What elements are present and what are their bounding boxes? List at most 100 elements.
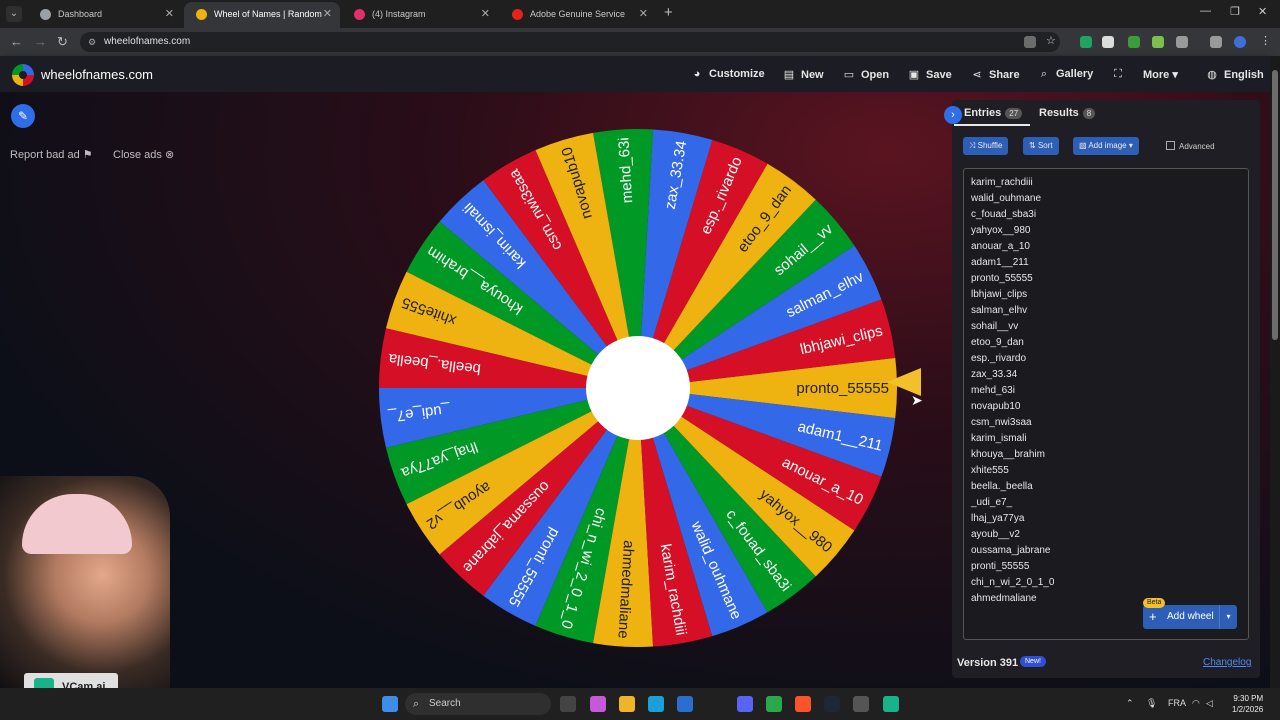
tray-chevron-icon[interactable]: ⌃ <box>1126 698 1134 709</box>
taskbar-search[interactable]: ⌕ Search <box>405 693 551 715</box>
collapse-panel-icon[interactable]: › <box>944 106 962 124</box>
reading-list-icon[interactable] <box>1210 36 1222 48</box>
tab-instagram[interactable]: (4) Instagram ✕ <box>342 2 498 28</box>
entry-line[interactable]: ahmedmaliane <box>971 593 1037 604</box>
fullscreen-button[interactable]: ⛶ <box>1111 68 1130 81</box>
sort-button[interactable]: ⇅ Sort <box>1023 137 1059 155</box>
brave-icon[interactable] <box>795 696 811 712</box>
save-button[interactable]: ▣ Save <box>907 68 952 81</box>
entry-line[interactable]: novapub10 <box>971 401 1021 412</box>
tab-search-button[interactable]: ⌄ <box>6 6 22 22</box>
report-bad-ad-link[interactable]: Report bad ad ⚑ <box>10 148 93 161</box>
entry-line[interactable]: sohail__vv <box>971 321 1018 332</box>
entry-line[interactable]: csm_nwi3saa <box>971 417 1032 428</box>
reload-icon[interactable]: ↻ <box>57 34 68 50</box>
entry-line[interactable]: karim_ismali <box>971 433 1027 444</box>
wheel-svg[interactable]: pronto_55555lbhjawi_clipssalman_elhvsoha… <box>377 127 899 649</box>
entry-line[interactable]: walid_ouhmane <box>971 193 1041 204</box>
page-scrollbar[interactable] <box>1270 56 1280 688</box>
wifi-icon[interactable]: ◠ <box>1192 698 1200 709</box>
microphone-icon[interactable]: 🎙 <box>1146 698 1157 709</box>
close-tab-icon[interactable]: ✕ <box>639 2 648 26</box>
tab-wheel-of-names[interactable]: Wheel of Names | Random ✕ <box>184 2 340 28</box>
entry-line[interactable]: karim_rachdiii <box>971 177 1033 188</box>
entry-line[interactable]: c_fouad_sba3i <box>971 209 1036 220</box>
entry-line[interactable]: lbhjawi_clips <box>971 289 1027 300</box>
entry-line[interactable]: anouar_a_10 <box>971 241 1030 252</box>
tab-dashboard[interactable]: Dashboard ✕ <box>28 2 182 28</box>
gallery-button[interactable]: ⌕ Gallery <box>1037 68 1093 81</box>
add-image-button[interactable]: ▧ Add image ▾ <box>1073 137 1139 155</box>
file-explorer-icon[interactable] <box>619 696 635 712</box>
add-wheel-button[interactable]: + Add wheel ▾ <box>1143 605 1237 629</box>
entry-line[interactable]: oussama_jabrane <box>971 545 1051 556</box>
copilot-icon[interactable] <box>590 696 606 712</box>
back-icon[interactable]: ← <box>10 34 23 49</box>
profile-avatar[interactable] <box>1234 36 1246 48</box>
entry-line[interactable]: _udi_e7_ <box>971 497 1012 508</box>
entry-line[interactable]: etoo_9_dan <box>971 337 1024 348</box>
tab-results[interactable]: Results 8 <box>1039 107 1096 119</box>
entry-line[interactable]: beella._beella <box>971 481 1033 492</box>
entry-line[interactable]: lhaj_ya77ya <box>971 513 1024 524</box>
more-button[interactable]: More ▾ <box>1143 68 1178 81</box>
browser-menu-icon[interactable]: ⋮ <box>1260 34 1272 47</box>
add-wheel-dropdown-icon[interactable]: ▾ <box>1219 605 1237 629</box>
chrome-icon[interactable] <box>766 696 782 712</box>
entry-line[interactable]: chi_n_wi_2_0_1_0 <box>971 577 1054 588</box>
shuffle-button[interactable]: ⤨ Shuffle <box>963 137 1009 155</box>
customize-button[interactable]: ◕ Customize <box>690 68 765 80</box>
tab-entries[interactable]: Entries 27 <box>964 107 1023 119</box>
extensions-puzzle-icon[interactable] <box>1176 36 1188 48</box>
store-icon[interactable] <box>677 696 693 712</box>
entry-line[interactable]: pronto_55555 <box>971 273 1033 284</box>
entry-line[interactable]: mehd_63i <box>971 385 1015 396</box>
vcam-taskbar-icon[interactable] <box>883 696 899 712</box>
wheel-logo-icon[interactable] <box>12 64 34 86</box>
entry-line[interactable]: salman_elhv <box>971 305 1027 316</box>
wheel-center-hub[interactable] <box>586 336 690 440</box>
edge-icon[interactable] <box>648 696 664 712</box>
close-window-icon[interactable]: ✕ <box>1258 5 1267 18</box>
entry-line[interactable]: khouya__brahim <box>971 449 1045 460</box>
entry-line[interactable]: xhite555 <box>971 465 1009 476</box>
name-wheel[interactable]: pronto_55555 lbhjawi_clips salman_elhv soha… <box>377 127 899 649</box>
new-tab-icon[interactable]: + <box>664 4 673 21</box>
taskbar-clock[interactable]: 9:30 PM 1/2/2026 <box>1232 693 1263 715</box>
volume-icon[interactable]: ◁ <box>1206 698 1213 709</box>
extension-icon[interactable] <box>1152 36 1164 48</box>
entries-textarea[interactable]: karim_rachdiii walid_ouhmane c_fouad_sba3i… <box>963 168 1249 640</box>
url-field[interactable]: ⚙ wheelofnames.com <box>80 32 1060 52</box>
extension-icon[interactable] <box>1102 36 1114 48</box>
close-tab-icon[interactable]: ✕ <box>323 2 332 26</box>
windows-start-icon[interactable] <box>382 696 398 712</box>
entry-line[interactable]: adam1__211 <box>971 257 1029 268</box>
steam-icon[interactable] <box>824 696 840 712</box>
bookmark-star-icon[interactable]: ☆ <box>1046 34 1058 47</box>
close-tab-icon[interactable]: ✕ <box>165 2 174 26</box>
extension-icon[interactable] <box>1080 36 1092 48</box>
close-tab-icon[interactable]: ✕ <box>481 2 490 26</box>
entry-line[interactable]: esp._rivardo <box>971 353 1026 364</box>
translate-icon[interactable] <box>1024 36 1036 48</box>
discord-icon[interactable] <box>737 696 753 712</box>
open-button[interactable]: ▭ Open <box>842 68 889 81</box>
task-view-icon[interactable] <box>560 696 576 712</box>
advanced-checkbox[interactable]: Advanced <box>1166 141 1215 151</box>
checkbox-icon[interactable] <box>1166 141 1175 150</box>
obs-icon[interactable] <box>853 696 869 712</box>
restore-icon[interactable]: ❐ <box>1230 5 1240 18</box>
language-indicator[interactable]: FRA <box>1168 698 1186 708</box>
scrollbar-thumb[interactable] <box>1272 70 1278 340</box>
entry-line[interactable]: zax_33.34 <box>971 369 1017 380</box>
site-info-icon[interactable]: ⚙ <box>88 37 96 48</box>
brand-title[interactable]: wheelofnames.com <box>41 67 153 82</box>
entry-line[interactable]: ayoub__v2 <box>971 529 1020 540</box>
minimize-icon[interactable]: — <box>1200 5 1211 17</box>
share-button[interactable]: ⋖ Share <box>970 68 1019 81</box>
tab-adobe[interactable]: Adobe Genuine Service ✕ <box>500 2 656 28</box>
forward-icon[interactable]: → <box>34 34 47 49</box>
edit-pencil-icon[interactable]: ✎ <box>11 104 35 128</box>
extension-icon[interactable] <box>1128 36 1140 48</box>
changelog-link[interactable]: Changelog <box>1203 657 1251 668</box>
